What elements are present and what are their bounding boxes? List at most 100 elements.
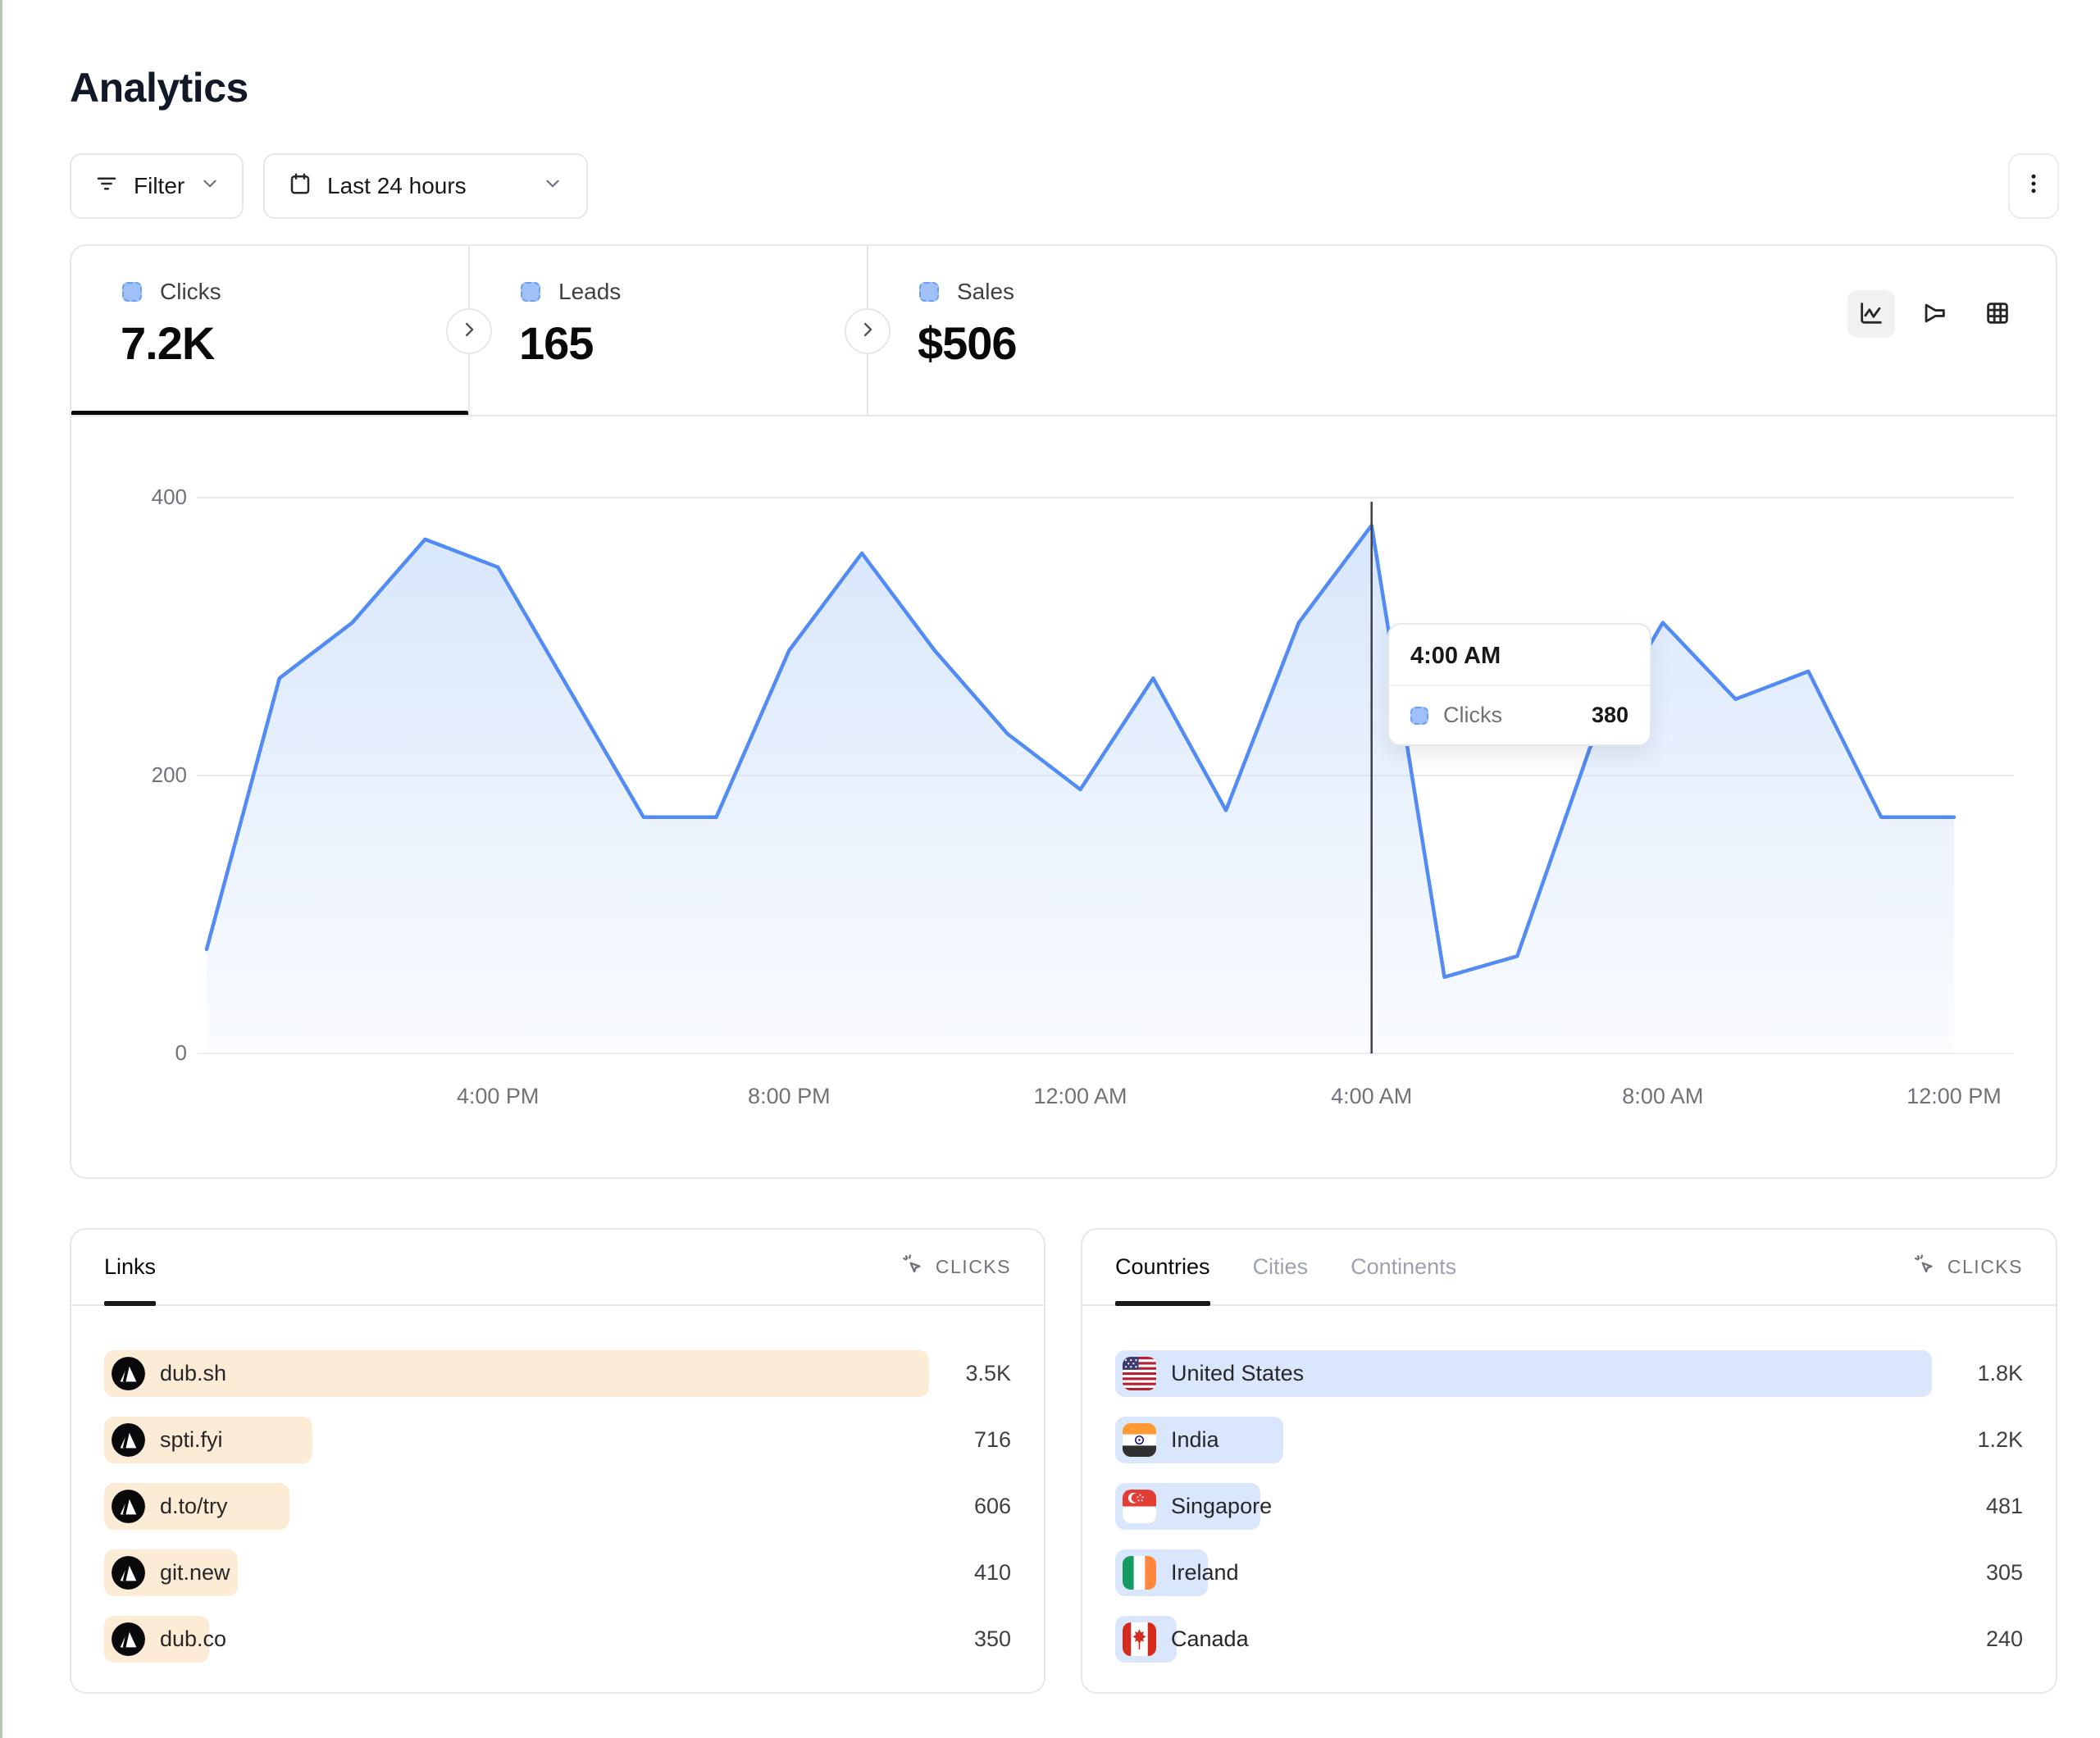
row-label: India: [1171, 1417, 1219, 1463]
list-item-singapore[interactable]: Singapore481: [1115, 1483, 2023, 1530]
kebab-menu-icon: [2021, 171, 2046, 202]
row-value: 350: [974, 1616, 1011, 1663]
page-title: Analytics: [70, 64, 248, 111]
links-tabs: Links: [104, 1230, 156, 1304]
row-label: spti.fyi: [160, 1417, 223, 1463]
us-flag-icon: [1123, 1357, 1156, 1390]
y-axis-tick: 400: [89, 485, 187, 510]
dub-logo-icon: [112, 1622, 145, 1656]
x-axis-tick: 12:00 AM: [991, 1084, 1171, 1109]
dub-logo-icon: [112, 1556, 145, 1590]
filter-lines-icon: [94, 171, 119, 202]
tab-continents[interactable]: Continents: [1351, 1230, 1456, 1304]
x-axis-tick: 4:00 PM: [408, 1084, 588, 1109]
x-axis-tick: 8:00 PM: [699, 1084, 879, 1109]
links-panel: Links CLICKS dub.sh 3.5K spti.fyi 716 d.to/t…: [70, 1228, 1045, 1694]
stat-label: Clicks: [160, 279, 221, 305]
cursor-click-icon: [1913, 1253, 1936, 1281]
dub-logo-icon: [112, 1357, 145, 1390]
countries-panel: Countries Cities Continents CLICKS United …: [1081, 1228, 2057, 1694]
metric-header-label: CLICKS: [936, 1256, 1011, 1278]
date-range-label: Last 24 hours: [327, 173, 467, 199]
row-value: 305: [1986, 1549, 2023, 1596]
stat-value: $506: [918, 316, 1017, 370]
clicks-legend-swatch: [122, 282, 142, 302]
row-label: Canada: [1171, 1616, 1249, 1663]
list-item-india[interactable]: India 1.2K: [1115, 1417, 2023, 1463]
y-axis-tick: 0: [89, 1040, 187, 1066]
stat-value: 165: [519, 316, 593, 370]
x-axis-tick: 4:00 AM: [1282, 1084, 1462, 1109]
filter-button[interactable]: Filter: [70, 153, 244, 219]
stat-label: Leads: [558, 279, 621, 305]
sales-legend-swatch: [919, 282, 939, 302]
stat-card-leads[interactable]: Leads 165: [470, 246, 867, 415]
funnel-chart-icon: [1920, 299, 1948, 330]
list-item-dub-sh[interactable]: dub.sh 3.5K: [104, 1350, 1011, 1397]
row-value: 1.8K: [1977, 1350, 2023, 1397]
dub-logo-icon: [112, 1423, 145, 1457]
chevron-right-icon: [458, 318, 481, 345]
list-item-spti-fyi[interactable]: spti.fyi 716: [104, 1417, 1011, 1463]
chevron-right-icon: [856, 318, 879, 345]
x-axis-tick: 8:00 AM: [1573, 1084, 1753, 1109]
row-value: 606: [974, 1483, 1011, 1530]
table-view-button[interactable]: [1974, 290, 2021, 338]
row-value: 240: [1986, 1616, 2023, 1663]
countries-sort-by-clicks[interactable]: CLICKS: [1913, 1230, 2023, 1304]
metric-header-label: CLICKS: [1947, 1256, 2023, 1278]
chart-tooltip: 4:00 AM Clicks 380: [1387, 623, 1651, 746]
row-label: dub.co: [160, 1616, 226, 1663]
row-label: d.to/try: [160, 1483, 228, 1530]
funnel-view-button[interactable]: [1911, 290, 1958, 338]
filter-button-label: Filter: [134, 173, 184, 199]
value-bar: [104, 1350, 929, 1397]
list-item-ireland[interactable]: Ireland305: [1115, 1549, 2023, 1596]
list-item-git-new[interactable]: git.new 410: [104, 1549, 1011, 1596]
row-label: United States: [1171, 1350, 1304, 1397]
leads-legend-swatch: [521, 282, 540, 302]
chevron-down-icon: [199, 173, 221, 200]
list-item-canada[interactable]: Canada 240: [1115, 1616, 2023, 1663]
expand-leads-button[interactable]: [446, 308, 492, 354]
row-value: 716: [974, 1417, 1011, 1463]
list-item-united-states[interactable]: United States 1.8K: [1115, 1350, 2023, 1397]
tooltip-series-label: Clicks: [1443, 703, 1502, 728]
tab-links[interactable]: Links: [104, 1230, 156, 1304]
tooltip-time: 4:00 AM: [1389, 625, 1650, 686]
row-value: 1.2K: [1977, 1417, 2023, 1463]
y-axis-tick: 200: [89, 762, 187, 788]
table-icon: [1984, 299, 2011, 330]
ca-flag-icon: [1123, 1622, 1156, 1656]
list-item-d-to-try[interactable]: d.to/try 606: [104, 1483, 1011, 1530]
sg-flag-icon: [1123, 1490, 1156, 1523]
row-value: 410: [974, 1549, 1011, 1596]
row-label: git.new: [160, 1549, 230, 1596]
clicks-legend-swatch: [1410, 707, 1428, 725]
list-item-dub-co[interactable]: dub.co 350: [104, 1616, 1011, 1663]
analytics-page: Analytics Filter Last 24 hours Clicks 7.…: [0, 0, 2100, 1738]
tab-cities[interactable]: Cities: [1253, 1230, 1309, 1304]
row-label: Singapore: [1171, 1483, 1272, 1530]
x-axis-tick: 12:00 PM: [1864, 1084, 2044, 1109]
row-value: 3.5K: [965, 1350, 1011, 1397]
tab-countries[interactable]: Countries: [1115, 1230, 1210, 1304]
row-label: dub.sh: [160, 1350, 226, 1397]
chevron-down-icon: [542, 173, 563, 200]
cursor-click-icon: [901, 1253, 924, 1281]
countries-tabs: Countries Cities Continents: [1115, 1230, 1456, 1304]
more-options-button[interactable]: [2008, 153, 2059, 219]
divider: [71, 415, 2056, 416]
analytics-card: Clicks 7.2K Leads 165 Sales $506: [70, 244, 2057, 1179]
expand-sales-button[interactable]: [845, 308, 891, 354]
calendar-icon: [288, 171, 312, 202]
dub-logo-icon: [112, 1490, 145, 1523]
stat-card-sales[interactable]: Sales $506: [868, 246, 1265, 415]
line-chart-view-button[interactable]: [1847, 290, 1895, 338]
window-edge-accent: [0, 0, 2, 1738]
stat-card-clicks[interactable]: Clicks 7.2K: [71, 246, 468, 415]
date-range-button[interactable]: Last 24 hours: [263, 153, 588, 219]
stat-value: 7.2K: [121, 316, 214, 370]
ie-flag-icon: [1123, 1556, 1156, 1590]
links-sort-by-clicks[interactable]: CLICKS: [901, 1230, 1011, 1304]
